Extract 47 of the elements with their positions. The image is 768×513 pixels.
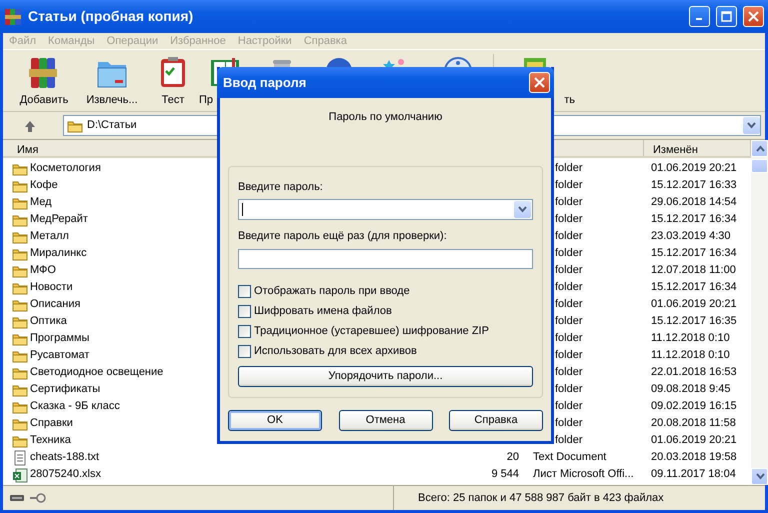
file-modified: 15.12.2017 16:35 [651, 315, 737, 328]
file-modified: 09.08.2018 9:45 [651, 383, 731, 396]
file-size: 9 544 [491, 468, 519, 480]
file-type: folder [555, 366, 583, 378]
file-modified: 15.12.2017 16:34 [651, 213, 737, 226]
file-modified: 01.06.2019 20:21 [651, 298, 737, 310]
file-type: folder [555, 213, 583, 226]
address-path: D:\Статьи [87, 118, 137, 134]
file-modified: 01.06.2019 20:21 [651, 162, 737, 174]
file-type: folder [555, 196, 583, 208]
field-label: Введите пароль ещё раз (для проверки): [238, 229, 448, 244]
file-type: folder [555, 179, 583, 192]
dialog-subtitle: Пароль по умолчанию [328, 111, 442, 123]
file-modified: 29.06.2018 14:54 [651, 196, 737, 208]
file-type: folder [555, 315, 583, 328]
file-modified: 23.03.2019 4:30 [651, 230, 731, 242]
dialog-title: Ввод пароля [223, 74, 306, 92]
file-type: folder [555, 383, 583, 396]
file-modified: 01.06.2019 20:21 [651, 434, 737, 446]
file-type: Лист Microsoft Offi... [533, 468, 634, 480]
status-text: Всего: 25 папок и 47 588 987 байт в 423 файлах [393, 486, 664, 510]
file-modified: 20.08.2018 11:58 [651, 417, 736, 430]
file-modified: 20.03.2018 19:58 [651, 451, 737, 464]
file-type: folder [555, 332, 583, 344]
file-modified: 11.12.2018 0:10 [651, 332, 730, 344]
file-type: folder [555, 264, 583, 276]
file-type: folder [555, 230, 583, 242]
file-type: folder [555, 298, 583, 310]
file-modified: 11.12.2018 0:10 [651, 349, 730, 362]
file-modified: 15.12.2017 16:34 [651, 281, 737, 294]
file-modified: 09.02.2019 16:15 [651, 400, 737, 412]
file-type: folder [555, 434, 583, 446]
file-modified: 12.07.2018 11:00 [651, 264, 736, 276]
file-type: folder [555, 349, 583, 362]
file-type: folder [555, 417, 583, 430]
file-modified: 15.12.2017 16:34 [651, 247, 737, 260]
file-modified: 09.11.2017 18:04 [651, 468, 736, 480]
file-modified: 15.12.2017 16:33 [651, 179, 737, 192]
file-type: Text Document [533, 451, 606, 464]
file-type: folder [555, 162, 583, 174]
file-modified: 22.01.2018 16:53 [651, 366, 737, 378]
field-label: Введите пароль: [238, 180, 324, 194]
file-size: 20 [506, 451, 519, 464]
file-type: folder [555, 281, 583, 294]
window-title: Статьи (пробная копия) [28, 7, 194, 26]
file-type: folder [555, 247, 583, 260]
file-type: folder [555, 400, 583, 412]
